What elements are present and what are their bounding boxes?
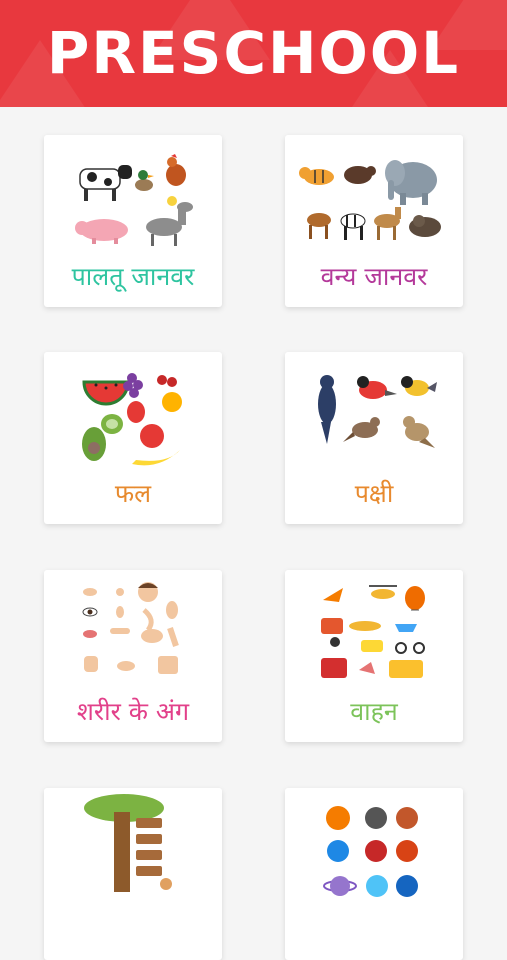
card-label: शरीर के अंग bbox=[76, 697, 190, 726]
planets-icon bbox=[323, 806, 418, 897]
card-label: पालतू जानवर bbox=[71, 262, 195, 291]
farm-animals-icon bbox=[75, 154, 193, 246]
vehicles-icon bbox=[321, 585, 425, 678]
app-header: PRESCHOOL bbox=[0, 0, 507, 107]
wild-animals-icon bbox=[299, 160, 441, 240]
card-label: फल bbox=[114, 479, 152, 508]
category-card-pets[interactable]: पालतू जानवर bbox=[44, 135, 222, 307]
fruits-icon bbox=[82, 373, 182, 466]
category-card-wild-animals[interactable]: वन्य जानवर bbox=[285, 135, 463, 307]
category-card-fruits[interactable]: फल bbox=[44, 352, 222, 524]
card-label: वाहन bbox=[350, 697, 398, 726]
tree-icon bbox=[84, 794, 172, 892]
birds-icon bbox=[318, 375, 437, 448]
category-card-vehicles[interactable]: वाहन bbox=[285, 570, 463, 742]
card-label: वन्य जानवर bbox=[320, 262, 428, 291]
body-parts-icon bbox=[82, 582, 179, 674]
category-card-body-parts[interactable]: शरीर के अंग bbox=[44, 570, 222, 742]
page-title: PRESCHOOL bbox=[46, 19, 461, 87]
category-card-tree[interactable] bbox=[44, 788, 222, 960]
card-label: पक्षी bbox=[354, 479, 394, 508]
category-card-birds[interactable]: पक्षी bbox=[285, 352, 463, 524]
category-card-planets[interactable] bbox=[285, 788, 463, 960]
